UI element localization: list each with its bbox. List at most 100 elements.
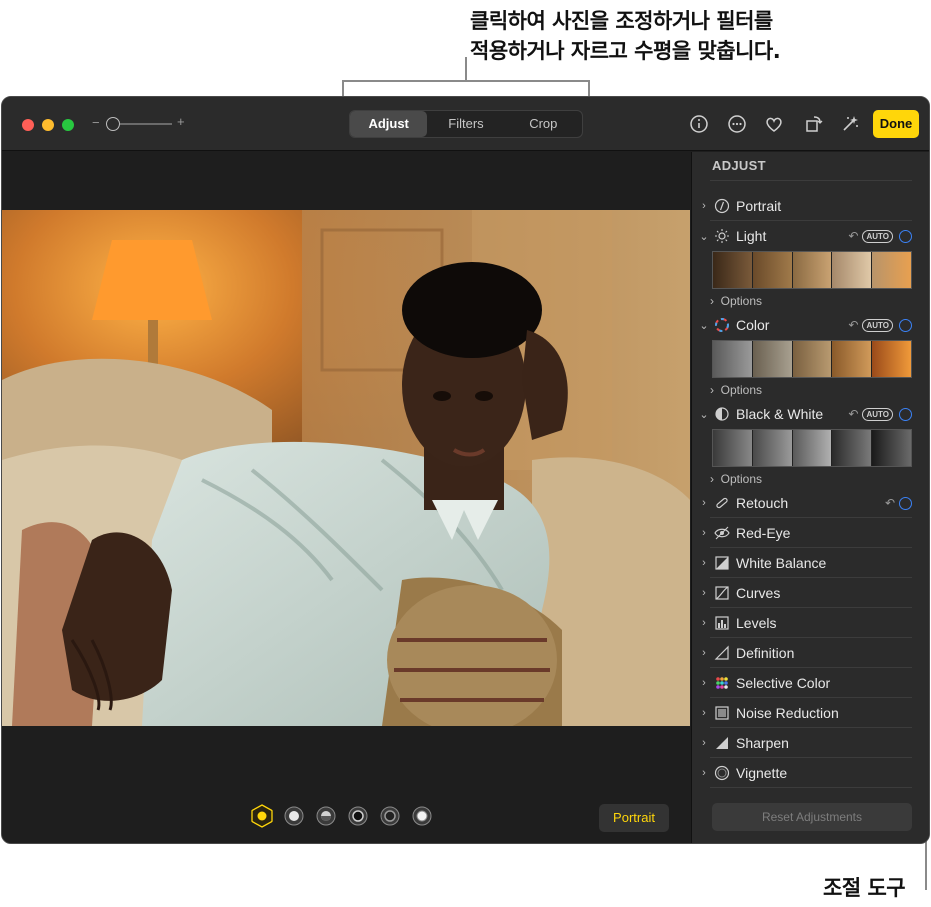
info-icon[interactable] — [688, 113, 710, 135]
black-white-slider-strip[interactable] — [712, 429, 912, 467]
chevron-right-icon: › — [702, 707, 706, 719]
sidebar-item-retouch[interactable]: › Retouch ↶ — [698, 491, 912, 515]
sidebar-divider — [710, 757, 912, 758]
auto-button[interactable]: AUTO — [862, 318, 893, 332]
bandage-icon — [716, 497, 728, 509]
revert-icon[interactable]: ↶ — [848, 318, 858, 332]
studio-light-icon[interactable] — [282, 804, 306, 828]
revert-icon[interactable]: ↶ — [885, 496, 895, 510]
revert-icon[interactable]: ↶ — [848, 407, 858, 421]
portrait-toggle-button[interactable]: Portrait — [599, 804, 669, 832]
sidebar-item-label: Noise Reduction — [736, 705, 839, 721]
sidebar-item-label: Definition — [736, 645, 795, 661]
sidebar-divider — [710, 607, 912, 608]
edited-photo[interactable] — [2, 210, 690, 726]
enable-toggle[interactable] — [899, 407, 912, 421]
black-white-options-toggle[interactable]: › Options — [710, 472, 762, 486]
sidebar-item-white-balance[interactable]: › White Balance — [698, 551, 912, 575]
chevron-right-icon: › — [702, 200, 706, 212]
vignette-icon — [714, 765, 730, 781]
sidebar-item-label: Black & White — [736, 406, 824, 422]
sidebar-item-curves[interactable]: › Curves — [698, 581, 912, 605]
more-icon[interactable] — [726, 113, 748, 135]
color-options-toggle[interactable]: › Options — [710, 383, 762, 397]
sidebar-item-label: Levels — [736, 615, 777, 631]
auto-button[interactable]: AUTO — [862, 407, 893, 421]
sidebar-item-red-eye[interactable]: › Red-Eye — [698, 521, 912, 545]
curves-icon — [715, 586, 729, 600]
enable-toggle[interactable] — [899, 229, 912, 243]
light-slider-strip[interactable] — [712, 251, 912, 289]
minimize-window-button[interactable] — [42, 119, 54, 131]
stage-light-mono-icon[interactable] — [378, 804, 402, 828]
revert-icon[interactable]: ↶ — [848, 229, 858, 243]
zoom-slider-knob[interactable] — [106, 117, 120, 131]
sidebar-item-selective-color[interactable]: › Selective Color — [698, 671, 912, 695]
sidebar-divider — [710, 727, 912, 728]
sidebar-divider — [710, 787, 912, 788]
tab-crop[interactable]: Crop — [505, 111, 582, 137]
sidebar-item-label: White Balance — [736, 555, 827, 571]
chevron-right-icon: › — [702, 527, 706, 539]
enable-toggle[interactable] — [899, 496, 912, 510]
color-slider-strip[interactable] — [712, 340, 912, 378]
chevron-right-icon: › — [702, 677, 706, 689]
chevron-right-icon: › — [702, 647, 706, 659]
sidebar-divider — [710, 577, 912, 578]
chevron-right-icon: › — [702, 617, 706, 629]
callout-top-line1: 클릭하여 사진을 조정하거나 필터를 — [470, 9, 773, 33]
sidebar-divider — [710, 637, 912, 638]
sidebar-divider — [710, 547, 912, 548]
sidebar-item-levels[interactable]: › Levels — [698, 611, 912, 635]
options-label: Options — [720, 294, 763, 308]
sidebar-divider — [710, 220, 912, 221]
tab-filters[interactable]: Filters — [427, 111, 504, 137]
zoom-window-button[interactable] — [62, 119, 74, 131]
sidebar-item-vignette[interactable]: › Vignette — [698, 761, 912, 785]
done-button[interactable]: Done — [873, 110, 919, 138]
chevron-down-icon: ⌄ — [699, 230, 709, 243]
chevron-down-icon: ⌄ — [699, 319, 709, 332]
natural-light-icon[interactable] — [250, 804, 274, 828]
definition-icon — [714, 645, 729, 660]
chevron-right-icon: › — [702, 737, 706, 749]
auto-enhance-icon[interactable] — [839, 113, 861, 135]
callout-top-bracket — [342, 80, 590, 96]
enable-toggle[interactable] — [899, 318, 912, 332]
sidebar-item-light[interactable]: ⌄ Light ↶ AUTO — [698, 224, 912, 248]
auto-button[interactable]: AUTO — [862, 229, 893, 243]
contour-light-icon[interactable] — [314, 804, 338, 828]
sidebar-item-black-white[interactable]: ⌄ Black & White ↶ AUTO — [698, 402, 912, 426]
sidebar-item-portrait[interactable]: › Portrait — [698, 194, 912, 218]
stage-light-icon[interactable] — [346, 804, 370, 828]
sidebar-divider — [710, 697, 912, 698]
sidebar-item-label: Sharpen — [736, 735, 789, 751]
sidebar-item-definition[interactable]: › Definition — [698, 641, 912, 665]
callout-bottom: 조절 도구 — [823, 876, 906, 900]
sidebar-item-sharpen[interactable]: › Sharpen — [698, 731, 912, 755]
light-options-toggle[interactable]: › Options — [710, 294, 762, 308]
zoom-in-label: + — [177, 114, 185, 129]
close-window-button[interactable] — [22, 119, 34, 131]
rotate-icon[interactable] — [802, 113, 824, 135]
zoom-out-label: − — [92, 115, 100, 130]
adjust-sidebar: ADJUST › Portrait ⌄ Light ↶ AUTO › Optio… — [691, 152, 929, 843]
callout-top-stem — [465, 57, 467, 81]
heart-icon[interactable] — [763, 113, 785, 135]
sidebar-item-noise-reduction[interactable]: › Noise Reduction — [698, 701, 912, 725]
white-balance-icon — [715, 556, 729, 570]
sidebar-item-color[interactable]: ⌄ Color ↶ AUTO — [698, 313, 912, 337]
sidebar-divider — [710, 517, 912, 518]
sun-icon — [715, 229, 729, 243]
selective-color-icon — [716, 677, 728, 689]
color-wheel-icon — [715, 318, 729, 332]
reset-adjustments-button[interactable]: Reset Adjustments — [712, 803, 912, 831]
tab-adjust[interactable]: Adjust — [350, 111, 428, 137]
sidebar-item-label: Retouch — [736, 495, 789, 511]
sidebar-divider — [710, 667, 912, 668]
sidebar-item-label: Color — [736, 317, 770, 333]
high-key-light-mono-icon[interactable] — [410, 804, 434, 828]
portrait-icon — [714, 198, 730, 214]
toolbar: − + Adjust Filters Crop Done — [2, 97, 929, 151]
half-circle-icon — [715, 407, 729, 421]
